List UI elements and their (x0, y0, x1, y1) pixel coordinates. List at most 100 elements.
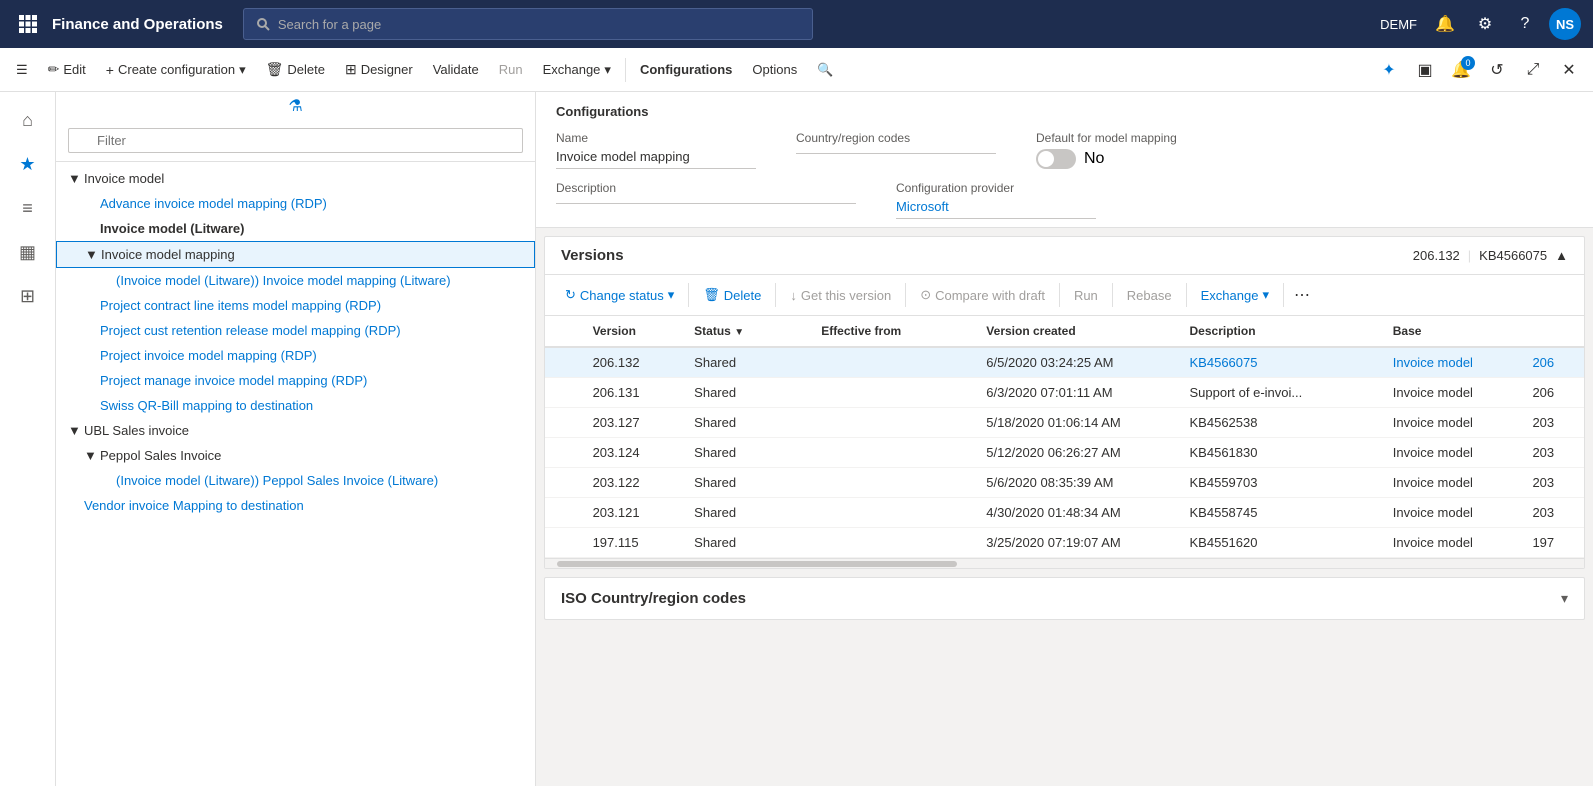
create-config-button[interactable]: + Create configuration ▾ (98, 58, 254, 82)
table-cell: KB4559703 (1178, 468, 1381, 498)
table-row[interactable]: 197.115Shared3/25/2020 07:19:07 AMKB4551… (545, 528, 1584, 558)
tree-item-advance-invoice[interactable]: Advance invoice model mapping (RDP) (56, 191, 535, 216)
waffle-icon[interactable] (12, 8, 44, 40)
table-cell (545, 408, 581, 438)
col-header-effective[interactable]: Effective from (809, 316, 974, 347)
tree-item-invoice-model-litware[interactable]: Invoice model (Litware) (56, 216, 535, 241)
description-value (556, 199, 856, 204)
exchange-version-button[interactable]: Exchange ▾ (1193, 283, 1277, 307)
iso-header[interactable]: ISO Country/region codes ▾ (545, 578, 1584, 619)
designer-icon: ⊞ (345, 61, 357, 78)
rebase-button[interactable]: Rebase (1119, 284, 1180, 307)
tree-item-project-contract[interactable]: Project contract line items model mappin… (56, 293, 535, 318)
search-bar[interactable]: Search for a page (243, 8, 813, 40)
table-row[interactable]: 203.124Shared5/12/2020 06:26:27 AMKB4561… (545, 438, 1584, 468)
table-cell: Invoice model (1381, 378, 1521, 408)
run-version-button[interactable]: Run (1066, 284, 1106, 307)
options-button[interactable]: Options (744, 58, 805, 81)
tree-item-invoice-model[interactable]: ▼ Invoice model (56, 166, 535, 191)
alert-icon[interactable]: 🔔 0 (1445, 54, 1477, 86)
config-provider-field-group: Configuration provider Microsoft (896, 181, 1096, 219)
table-cell: Invoice model (1381, 438, 1521, 468)
table-cell (809, 347, 974, 378)
exchange-button[interactable]: Exchange ▾ (535, 58, 619, 82)
tree-item-project-invoice[interactable]: Project invoice model mapping (RDP) (56, 343, 535, 368)
versions-table: Version Status ▼ Effective from Version … (545, 316, 1584, 558)
get-version-icon: ↓ (790, 288, 797, 303)
toggle-label: No (1084, 150, 1104, 168)
pin-icon[interactable]: ✦ (1373, 54, 1405, 86)
table-cell: 203 (1520, 438, 1584, 468)
tree-item-peppol-sales[interactable]: ▼ Peppol Sales Invoice (56, 443, 535, 468)
sidebar-list-icon[interactable]: ≡ (8, 188, 48, 228)
configurations-button[interactable]: Configurations (632, 58, 740, 81)
table-row[interactable]: 203.127Shared5/18/2020 01:06:14 AMKB4562… (545, 408, 1584, 438)
country-field-group: Country/region codes (796, 131, 996, 169)
validate-button[interactable]: Validate (425, 58, 487, 81)
run-button[interactable]: Run (491, 58, 531, 81)
table-cell: Invoice model (1381, 528, 1521, 558)
versions-section: Versions 206.132 | KB4566075 ▲ ↻ Change … (544, 236, 1585, 569)
config-provider-value[interactable]: Microsoft (896, 199, 1096, 219)
search-toolbar-icon[interactable]: 🔍 (809, 58, 841, 82)
delete-button[interactable]: 🗑 Delete (258, 57, 333, 82)
tree-item-vendor-invoice[interactable]: Vendor invoice Mapping to destination (56, 493, 535, 518)
v-separator-5 (1112, 283, 1113, 307)
refresh-icon[interactable]: ↺ (1481, 54, 1513, 86)
h-scroll-thumb[interactable] (557, 561, 957, 567)
col-header-version[interactable]: Version (581, 316, 683, 347)
col-header-description[interactable]: Description (1178, 316, 1381, 347)
versions-meta1: 206.132 (1413, 248, 1460, 263)
main-toolbar: ☰ ✏ Edit + Create configuration ▾ 🗑 Dele… (0, 48, 1593, 92)
get-version-button[interactable]: ↓ Get this version (782, 284, 899, 307)
sidebar-home-icon[interactable]: ⌂ (8, 100, 48, 140)
change-status-button[interactable]: ↻ Change status ▾ (557, 283, 682, 307)
expand-icon[interactable]: ⤢ (1517, 54, 1549, 86)
table-cell: Shared (682, 438, 809, 468)
tree-item-swiss-qr[interactable]: Swiss QR-Bill mapping to destination (56, 393, 535, 418)
filter-funnel-icon[interactable]: ⚗ (288, 96, 302, 116)
col-header-status[interactable]: Status ▼ (682, 316, 809, 347)
col-header-base[interactable]: Base (1381, 316, 1521, 347)
notification-icon[interactable]: 🔔 (1429, 8, 1461, 40)
help-icon[interactable]: ? (1509, 8, 1541, 40)
tree-item-litware-mapping[interactable]: (Invoice model (Litware)) Invoice model … (56, 268, 535, 293)
tree-item-ubl-sales[interactable]: ▼ UBL Sales invoice (56, 418, 535, 443)
tree-item-peppol-litware[interactable]: (Invoice model (Litware)) Peppol Sales I… (56, 468, 535, 493)
tree-item-project-cust[interactable]: Project cust retention release model map… (56, 318, 535, 343)
table-cell (809, 468, 974, 498)
more-options-icon[interactable]: ⋯ (1290, 281, 1314, 309)
sidebar-grid-icon[interactable]: ⊞ (8, 276, 48, 316)
filter-input[interactable] (68, 128, 523, 153)
table-row[interactable]: 206.132Shared6/5/2020 03:24:25 AMKB45660… (545, 347, 1584, 378)
tree-item-project-manage[interactable]: Project manage invoice model mapping (RD… (56, 368, 535, 393)
sidebar-star-icon[interactable]: ★ (8, 144, 48, 184)
table-cell: 203.124 (581, 438, 683, 468)
toggle-row: No (1036, 149, 1236, 169)
default-mapping-toggle[interactable] (1036, 149, 1076, 169)
sidebar-calendar-icon[interactable]: ▦ (8, 232, 48, 272)
edit-button[interactable]: ✏ Edit (40, 57, 94, 82)
col-header-created[interactable]: Version created (974, 316, 1177, 347)
compare-with-draft-button[interactable]: ⊙ Compare with draft (912, 283, 1053, 307)
hamburger-menu-button[interactable]: ☰ (8, 58, 36, 82)
user-avatar[interactable]: NS (1549, 8, 1581, 40)
tree-item-invoice-model-mapping[interactable]: ▼ Invoice model mapping (56, 241, 535, 268)
horizontal-scrollbar[interactable] (545, 558, 1584, 568)
config-provider-label: Configuration provider (896, 181, 1096, 195)
designer-button[interactable]: ⊞ Designer (337, 57, 421, 82)
table-cell (809, 498, 974, 528)
table-cell: Shared (682, 468, 809, 498)
table-row[interactable]: 206.131Shared6/3/2020 07:01:11 AMSupport… (545, 378, 1584, 408)
table-row[interactable]: 203.121Shared4/30/2020 01:48:34 AMKB4558… (545, 498, 1584, 528)
versions-delete-button[interactable]: 🗑 Delete (695, 283, 769, 307)
close-icon[interactable]: ✕ (1553, 54, 1585, 86)
table-cell (545, 468, 581, 498)
top-right-icons: DEMF 🔔 ⚙ ? NS (1380, 8, 1581, 40)
versions-delete-icon: 🗑 (703, 287, 720, 303)
table-row[interactable]: 203.122Shared5/6/2020 08:35:39 AMKB45597… (545, 468, 1584, 498)
settings-icon[interactable]: ⚙ (1469, 8, 1501, 40)
table-cell: 203 (1520, 468, 1584, 498)
versions-collapse-icon[interactable]: ▲ (1555, 248, 1568, 263)
panel-icon[interactable]: ▣ (1409, 54, 1441, 86)
